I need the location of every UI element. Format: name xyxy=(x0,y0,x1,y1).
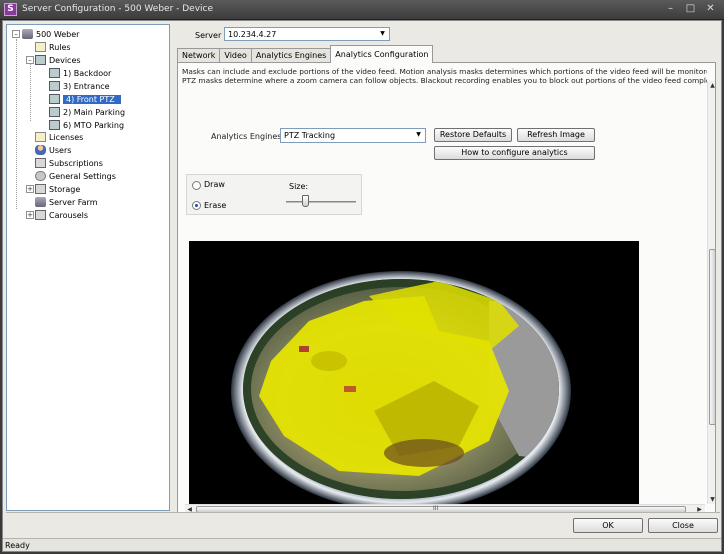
size-label: Size: xyxy=(289,182,309,191)
scroll-up-icon[interactable]: ▲ xyxy=(708,81,715,90)
close-icon[interactable]: ✕ xyxy=(703,3,718,16)
erase-label: Erase xyxy=(204,201,227,210)
size-slider-track[interactable] xyxy=(286,201,356,203)
camera-preview[interactable] xyxy=(189,241,639,511)
close-button[interactable]: Close xyxy=(648,518,718,533)
tree-item-devices[interactable]: Devices xyxy=(35,54,81,66)
tab-strip: Network Video Analytics Engines Analytic… xyxy=(177,45,434,63)
fisheye-image xyxy=(189,241,639,511)
expand-storage-toggle[interactable]: + xyxy=(26,185,34,193)
camera-icon xyxy=(49,120,60,130)
carousels-icon xyxy=(35,210,46,220)
how-to-configure-button[interactable]: How to configure analytics xyxy=(434,146,595,160)
status-text: Ready xyxy=(5,541,30,550)
storage-icon xyxy=(35,184,46,194)
tree-item-licenses[interactable]: Licenses xyxy=(35,131,83,143)
server-value: 10.234.4.27 xyxy=(228,30,277,39)
refresh-image-button[interactable]: Refresh Image xyxy=(517,128,595,142)
server-dropdown[interactable]: 10.234.4.27 ▼ xyxy=(224,27,390,41)
window-title: Server Configuration - 500 Weber - Devic… xyxy=(22,4,214,14)
device-tree: – 500 Weber Rules – Devices 1) Backdoor … xyxy=(6,24,170,511)
maximize-icon[interactable]: □ xyxy=(683,3,698,16)
users-icon xyxy=(35,145,46,155)
scroll-grip-icon: III xyxy=(433,505,439,512)
tab-video[interactable]: Video xyxy=(219,48,252,63)
status-bar: Ready xyxy=(3,538,721,551)
erase-radio[interactable] xyxy=(192,201,201,210)
tree-item-backdoor[interactable]: 1) Backdoor xyxy=(49,67,111,79)
analytics-engines-value: PTZ Tracking xyxy=(284,131,336,140)
vertical-scrollbar[interactable]: ▲ ▼ xyxy=(707,81,715,504)
collapse-devices-toggle[interactable]: – xyxy=(26,56,34,64)
tree-item-entrance[interactable]: 3) Entrance xyxy=(49,80,110,92)
tree-item-rules[interactable]: Rules xyxy=(35,41,71,53)
subscriptions-icon xyxy=(35,158,46,168)
app-icon: S xyxy=(4,3,17,16)
scroll-down-icon[interactable]: ▼ xyxy=(708,495,715,504)
chevron-down-icon: ▼ xyxy=(380,30,385,37)
draw-label: Draw xyxy=(204,180,225,189)
tab-analytics-engines[interactable]: Analytics Engines xyxy=(250,48,332,63)
analytics-engines-label: Analytics Engines xyxy=(211,132,282,141)
server-label: Server xyxy=(195,31,222,40)
tab-network[interactable]: Network xyxy=(177,48,221,63)
draw-radio[interactable] xyxy=(192,181,201,190)
server-icon xyxy=(22,29,33,39)
rules-icon xyxy=(35,42,46,52)
tree-item-mto-parking[interactable]: 6) MTO Parking xyxy=(49,119,124,131)
divider xyxy=(6,512,720,513)
camera-icon xyxy=(49,94,60,104)
tree-item-subscriptions[interactable]: Subscriptions xyxy=(35,157,103,169)
description-text: Masks can include and exclude portions o… xyxy=(182,67,707,85)
camera-icon xyxy=(49,81,60,91)
ok-button[interactable]: OK xyxy=(573,518,643,533)
tab-analytics-configuration[interactable]: Analytics Configuration xyxy=(330,45,434,63)
camera-icon xyxy=(49,68,60,78)
title-bar: S Server Configuration - 500 Weber - Dev… xyxy=(0,0,724,20)
tree-item-general-settings[interactable]: General Settings xyxy=(35,170,116,182)
tree-item-storage[interactable]: Storage xyxy=(35,183,80,195)
tree-item-main-parking[interactable]: 2) Main Parking xyxy=(49,106,125,118)
chevron-down-icon: ▼ xyxy=(416,131,421,138)
restore-defaults-button[interactable]: Restore Defaults xyxy=(434,128,512,142)
tree-item-server-farm[interactable]: Server Farm xyxy=(35,196,98,208)
vertical-scroll-thumb[interactable] xyxy=(709,249,715,425)
dialog-body: – 500 Weber Rules – Devices 1) Backdoor … xyxy=(2,20,722,552)
gear-icon xyxy=(35,171,46,181)
tree-root[interactable]: 500 Weber xyxy=(22,28,79,40)
collapse-root-toggle[interactable]: – xyxy=(12,30,20,38)
size-slider-thumb[interactable] xyxy=(302,195,309,207)
server-farm-icon xyxy=(35,197,46,207)
analytics-engines-dropdown[interactable]: PTZ Tracking ▼ xyxy=(280,128,426,143)
tree-item-users[interactable]: Users xyxy=(35,144,71,156)
camera-icon xyxy=(49,107,60,117)
devices-icon xyxy=(35,55,46,65)
tree-item-front-ptz[interactable]: 4) Front PTZ xyxy=(49,93,121,105)
licenses-icon xyxy=(35,132,46,142)
expand-carousels-toggle[interactable]: + xyxy=(26,211,34,219)
tree-item-carousels[interactable]: Carousels xyxy=(35,209,88,221)
analytics-configuration-panel: Masks can include and exclude portions o… xyxy=(177,62,716,513)
minimize-icon[interactable]: – xyxy=(663,3,678,16)
